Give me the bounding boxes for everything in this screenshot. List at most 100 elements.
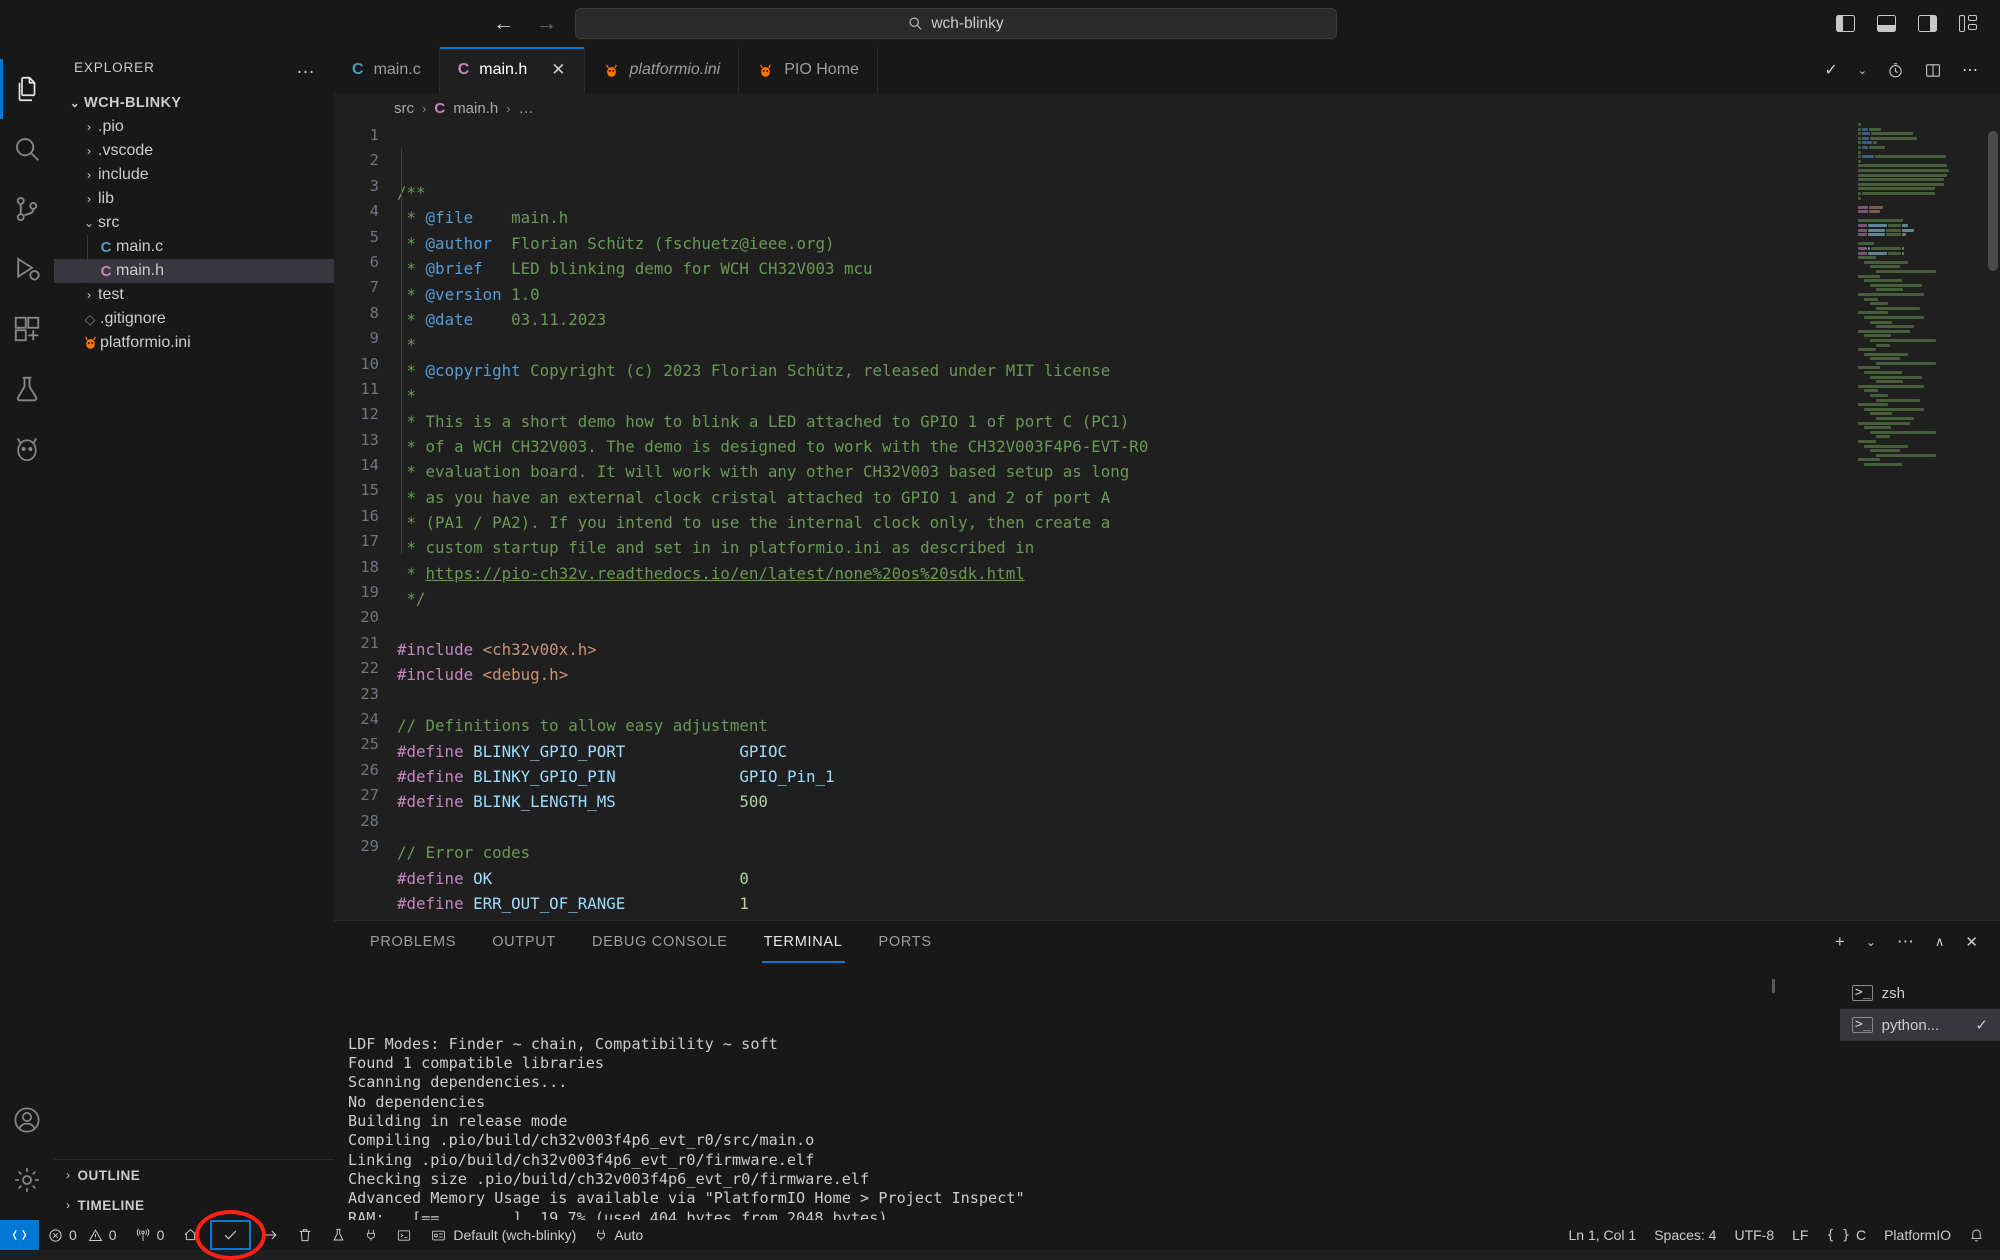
remote-indicator-button[interactable] (0, 1220, 39, 1250)
code-line[interactable]: * @author Florian Schütz (fschuetz@ieee.… (397, 231, 2000, 256)
code-line[interactable]: #include <debug.h> (397, 662, 2000, 687)
status-pio-serial-port[interactable]: Auto (585, 1220, 652, 1250)
tree-item-src[interactable]: ⌄ src (54, 211, 334, 235)
code-line[interactable]: * (397, 383, 2000, 408)
status-errors[interactable]: 0 (39, 1220, 86, 1250)
maximize-panel-icon[interactable]: ∧ (1935, 934, 1945, 950)
status-indentation[interactable]: Spaces: 4 (1645, 1220, 1725, 1250)
code-line[interactable]: #include <ch32v00x.h> (397, 637, 2000, 662)
code-line[interactable]: // Definitions to allow easy adjustment (397, 713, 2000, 738)
toggle-primary-sidebar-icon[interactable] (1836, 15, 1855, 32)
activity-item-source-control[interactable] (0, 179, 54, 239)
activity-item-extensions[interactable] (0, 299, 54, 359)
tree-item-vscode[interactable]: › .vscode (54, 139, 334, 163)
code-line[interactable]: * @date 03.11.2023 (397, 307, 2000, 332)
panel-tab-terminal[interactable]: TERMINAL (746, 921, 861, 963)
split-editor-icon[interactable] (1924, 62, 1942, 79)
more-actions-icon[interactable]: ⋯ (1962, 60, 1978, 80)
breadcrumb-main-h[interactable]: main.h (453, 100, 498, 117)
status-pio-home[interactable] (173, 1220, 208, 1250)
activity-item-search[interactable] (0, 119, 54, 179)
status-language-mode[interactable]: { } C (1817, 1220, 1875, 1250)
panel-more-icon[interactable]: ⋯ (1897, 932, 1914, 952)
tree-item-main-c[interactable]: C main.c (54, 235, 334, 259)
terminal-scrollbar[interactable] (1772, 979, 1775, 993)
toggle-panel-icon[interactable] (1877, 15, 1896, 32)
new-terminal-icon[interactable]: + (1835, 932, 1845, 952)
tree-item-gitignore[interactable]: ◇ .gitignore (54, 307, 334, 331)
code-line[interactable]: * This is a short demo how to blink a LE… (397, 409, 2000, 434)
tree-item-lib[interactable]: › lib (54, 187, 334, 211)
code-line[interactable]: #define BLINKY_GPIO_PORT GPIOC (397, 739, 2000, 764)
status-pio-clean[interactable] (288, 1220, 322, 1250)
code-line[interactable]: * as you have an external clock cristal … (397, 485, 2000, 510)
code-line[interactable]: * custom startup file and set in in plat… (397, 535, 2000, 560)
status-encoding[interactable]: UTF-8 (1725, 1220, 1783, 1250)
close-panel-icon[interactable]: ✕ (1965, 933, 1978, 951)
code-content[interactable]: /** * @file main.h * @author Florian Sch… (392, 123, 2000, 920)
terminal-list-item-python[interactable]: >_ python... ✓ (1840, 1009, 2000, 1041)
panel-tab-ports[interactable]: PORTS (861, 921, 950, 963)
tab-main-h[interactable]: C main.h ✕ (439, 47, 585, 93)
panel-tab-debug-console[interactable]: DEBUG CONSOLE (574, 921, 746, 963)
panel-tab-output[interactable]: OUTPUT (474, 921, 574, 963)
code-line[interactable]: */ (397, 586, 2000, 611)
activity-item-accounts[interactable] (0, 1090, 54, 1150)
terminal-output[interactable]: LDF Modes: Finder ~ chain, Compatibility… (334, 963, 1840, 1220)
tree-item-include[interactable]: › include (54, 163, 334, 187)
code-line[interactable]: * @copyright Copyright (c) 2023 Florian … (397, 358, 2000, 383)
scrollbar-thumb[interactable] (1988, 131, 1998, 271)
status-notifications[interactable] (1960, 1220, 2000, 1250)
activity-item-run-and-debug[interactable] (0, 239, 54, 299)
sidebar-section-outline[interactable]: › OUTLINE (54, 1160, 334, 1190)
code-line[interactable]: #define ERR_OUT_OF_RANGE 1 (397, 891, 2000, 916)
sidebar-more-actions-icon[interactable]: … (296, 58, 316, 77)
tab-platformio-ini[interactable]: platformio.ini (584, 47, 740, 93)
code-line[interactable] (397, 612, 2000, 637)
forward-arrow-icon[interactable]: → (536, 13, 557, 34)
activity-item-testing[interactable] (0, 359, 54, 419)
sidebar-section-timeline[interactable]: › TIMELINE (54, 1190, 334, 1220)
code-line[interactable]: #define BLINKY_GPIO_PIN GPIO_Pin_1 (397, 764, 2000, 789)
status-platformio[interactable]: PlatformIO (1875, 1220, 1960, 1250)
code-token[interactable]: https://pio-ch32v.readthedocs.io/en/late… (426, 564, 1025, 583)
activity-item-manage[interactable] (0, 1150, 54, 1210)
chevron-down-icon[interactable]: ⌄ (1858, 64, 1867, 77)
toggle-secondary-sidebar-icon[interactable] (1918, 15, 1937, 32)
status-cursor-position[interactable]: Ln 1, Col 1 (1559, 1220, 1645, 1250)
tree-item-pio[interactable]: › .pio (54, 115, 334, 139)
code-line[interactable]: * of a WCH CH32V003. The demo is designe… (397, 434, 2000, 459)
tree-item-platformio-ini[interactable]: platformio.ini (54, 331, 334, 355)
timer-icon[interactable] (1887, 62, 1904, 79)
status-pio-build[interactable] (210, 1220, 252, 1250)
code-line[interactable]: * (397, 332, 2000, 357)
tree-item-main-h[interactable]: C main.h (54, 259, 334, 283)
code-line[interactable]: * @brief LED blinking demo for WCH CH32V… (397, 256, 2000, 281)
status-eol[interactable]: LF (1783, 1220, 1817, 1250)
customize-layout-icon[interactable] (1959, 15, 1978, 32)
code-line[interactable]: * @version 1.0 (397, 282, 2000, 307)
status-warnings[interactable]: 0 (86, 1220, 126, 1250)
code-line[interactable]: * https://pio-ch32v.readthedocs.io/en/la… (397, 561, 2000, 586)
code-line[interactable] (397, 815, 2000, 840)
breadcrumb-symbol[interactable]: … (519, 100, 534, 117)
code-line[interactable] (397, 688, 2000, 713)
editor-scrollbar[interactable] (1986, 123, 2000, 920)
command-center-search[interactable]: wch-blinky (575, 8, 1337, 39)
status-pio-terminal[interactable] (387, 1220, 421, 1250)
breadcrumb-src[interactable]: src (394, 100, 414, 117)
code-line[interactable]: * evaluation board. It will work with an… (397, 459, 2000, 484)
close-icon[interactable]: ✕ (551, 60, 565, 80)
code-line[interactable]: #define OK 0 (397, 866, 2000, 891)
chevron-down-icon[interactable]: ⌄ (1866, 935, 1876, 949)
activity-item-explorer[interactable] (0, 59, 54, 119)
code-editor[interactable]: 1 2 3 4 5 6 7 8 9 10 11 12 13 14 15 16 17 18 19 20 21 22 23 24 2… (334, 123, 2000, 920)
back-arrow-icon[interactable]: ← (493, 13, 514, 34)
tree-root-wch-blinky[interactable]: ⌄ WCH-BLINKY (54, 91, 334, 115)
status-pio-upload[interactable] (253, 1220, 288, 1250)
code-line[interactable]: #define BLINK_LENGTH_MS 500 (397, 789, 2000, 814)
code-line[interactable]: /** (397, 180, 2000, 205)
tab-main-c[interactable]: C main.c (334, 47, 440, 93)
status-radio-tower[interactable]: 0 (126, 1220, 174, 1250)
code-line[interactable]: * @file main.h (397, 205, 2000, 230)
